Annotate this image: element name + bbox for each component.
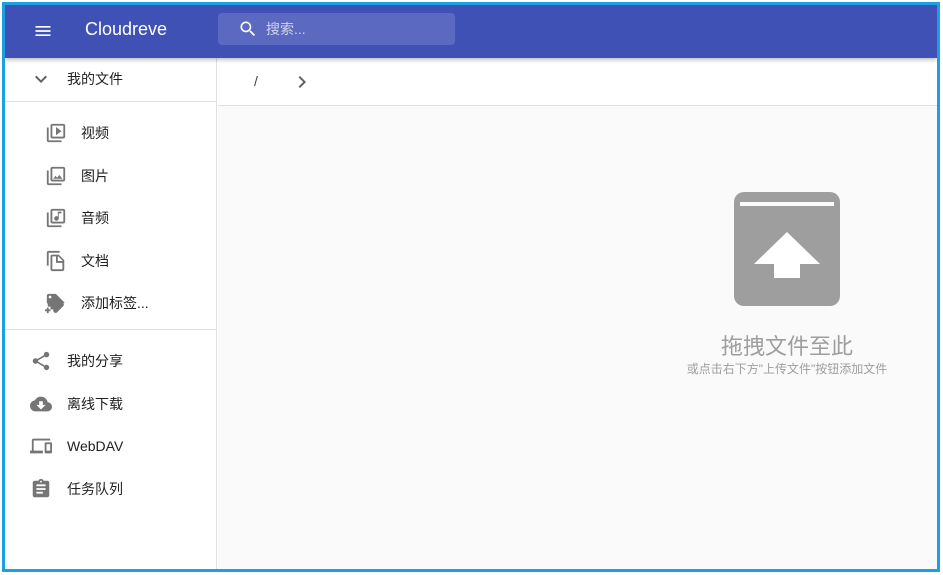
divider [5,329,217,330]
share-icon [29,349,53,373]
divider [5,101,217,102]
breadcrumb-root[interactable]: / [254,73,258,89]
search-icon [240,21,256,37]
app-window: Cloudreve 我的文件 视频 图片 [2,2,940,572]
sidebar-item-audio[interactable]: 音频 [5,197,217,239]
sidebar-item-label: 图片 [81,168,109,184]
empty-state-subtitle: 或点击右下方"上传文件"按钮添加文件 [686,362,888,376]
sidebar-item-label: 音频 [81,210,109,226]
sidebar-item-label: 我的分享 [67,353,123,369]
sidebar-item-images[interactable]: 图片 [5,155,217,197]
empty-state-title: 拖拽文件至此 [720,334,853,359]
file-copy-icon [44,249,68,273]
sidebar-item-label: 我的文件 [67,71,123,87]
breadcrumb: / [218,58,937,106]
search-input[interactable] [266,13,446,45]
devices-icon [29,434,53,458]
sidebar-item-label: 添加标签... [81,295,149,311]
sidebar: 我的文件 视频 图片 音频 文档 添加标签... 我的分享 离线下载 WebDA… [5,58,217,569]
music-library-icon [44,206,68,230]
sidebar-item-label: WebDAV [67,438,124,454]
chevron-right-icon[interactable] [290,70,314,94]
sidebar-item-label: 任务队列 [67,481,123,497]
app-bar: Cloudreve [5,5,937,58]
sidebar-item-documents[interactable]: 文档 [5,240,217,282]
sidebar-item-webdav[interactable]: WebDAV [5,425,217,467]
sidebar-item-my-files[interactable]: 我的文件 [5,58,217,100]
assignment-icon [29,477,53,501]
cloud-download-icon [29,392,53,416]
video-library-icon [44,121,68,145]
add-tag-icon [44,291,68,315]
sidebar-item-add-tag[interactable]: 添加标签... [5,282,217,324]
app-title: Cloudreve [85,19,168,39]
photo-library-icon [44,164,68,188]
chevron-down-icon[interactable] [29,67,53,91]
file-area[interactable]: / 拖拽文件至此 或点击右下方"上传文件"按钮添加文件 [218,58,937,569]
menu-button[interactable] [27,15,59,47]
sidebar-item-my-shares[interactable]: 我的分享 [5,340,217,382]
sidebar-item-video[interactable]: 视频 [5,112,217,154]
sidebar-item-label: 文档 [81,253,109,269]
sidebar-item-label: 视频 [81,125,109,141]
sidebar-item-offline-download[interactable]: 离线下载 [5,383,217,425]
menu-icon [35,26,51,36]
sidebar-item-task-queue[interactable]: 任务队列 [5,468,217,510]
sidebar-item-label: 离线下载 [67,396,123,412]
search-box[interactable] [218,13,455,45]
upload-box-icon [734,192,840,306]
